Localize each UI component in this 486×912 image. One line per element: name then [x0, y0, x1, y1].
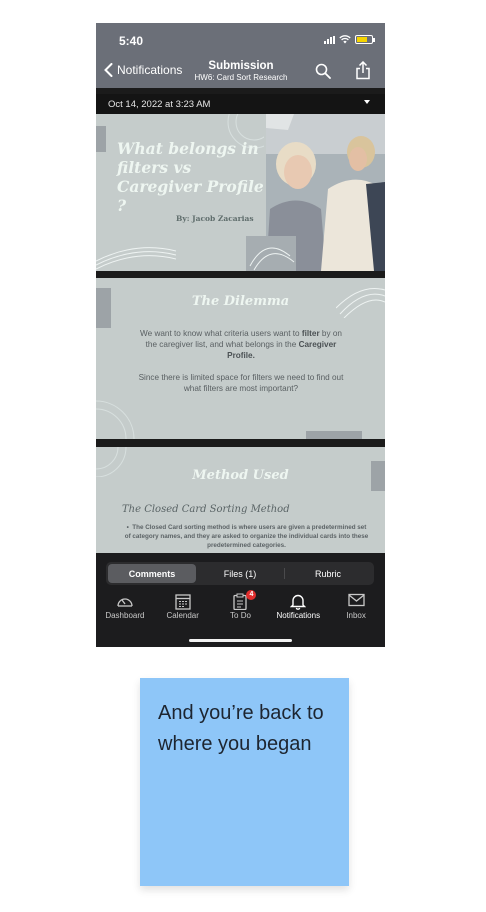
segment-files[interactable]: Files (1) — [196, 564, 284, 583]
back-button[interactable]: Notifications — [104, 63, 182, 77]
tab-calendar[interactable]: Calendar — [154, 593, 212, 631]
decorative-bar — [96, 126, 106, 152]
tab-label: Calendar — [166, 611, 199, 620]
slide-subtitle: The Closed Card Sorting Method — [122, 504, 290, 515]
sticky-note-text: And you’re back to where you began — [158, 702, 324, 755]
submission-date-selector[interactable]: Oct 14, 2022 at 3:23 AM — [96, 94, 385, 114]
segmented-control: Comments Files (1) Rubric — [106, 562, 374, 585]
back-label: Notifications — [117, 63, 183, 77]
tab-notifications[interactable]: Notifications — [269, 593, 327, 631]
search-icon[interactable] — [315, 63, 331, 79]
todo-badge: 4 — [246, 590, 257, 600]
page-subtitle: HW6: Card Sort Research — [194, 73, 288, 82]
decorative-swirl — [96, 247, 176, 270]
slide-title: Method Used — [192, 468, 289, 483]
nav-title: Submission HW6: Card Sort Research — [186, 60, 296, 82]
calendar-icon — [175, 594, 191, 610]
tab-label: Inbox — [346, 611, 366, 620]
decorative-swirl — [96, 400, 135, 439]
tab-label: Dashboard — [105, 611, 145, 620]
tab-dashboard[interactable]: Dashboard — [96, 593, 154, 631]
slide-title: The Dilemma — [191, 294, 290, 309]
sticky-note: And you’re back to where you began — [140, 678, 349, 886]
envelope-icon — [347, 593, 365, 607]
battery-icon — [355, 35, 375, 44]
tab-label: Notifications — [276, 611, 321, 620]
tab-todo[interactable]: 4 To Do — [212, 590, 270, 631]
slide-2: The Dilemma We want to know what criteri… — [96, 278, 385, 439]
chevron-left-icon — [104, 63, 113, 77]
page-title: Submission — [208, 60, 274, 72]
slide-bullet: • The Closed Card sorting method is wher… — [124, 524, 369, 549]
slide-byline: By: Jacob Zacarias — [176, 214, 254, 223]
share-icon[interactable] — [355, 61, 371, 80]
status-icons — [324, 35, 375, 44]
decorative-swirl — [246, 236, 296, 271]
dashboard-icon — [117, 598, 133, 607]
slide-body: We want to know what criteria users want… — [136, 328, 346, 394]
home-indicator — [189, 639, 292, 642]
slide-text: Since there is limited space for filters… — [138, 373, 344, 393]
slide-1: What belongs in filters vs Caregiver Pro… — [96, 114, 385, 271]
slide-text: We want to know what criteria users want… — [140, 329, 302, 338]
header: 5:40 Notifications Submission HW6: Card … — [96, 23, 385, 88]
tab-label: To Do — [230, 611, 251, 620]
submission-date: Oct 14, 2022 at 3:23 AM — [108, 98, 211, 110]
caret-down-icon — [364, 100, 370, 104]
decorative-bar — [306, 431, 362, 439]
slide-text-bold: filter — [301, 329, 320, 338]
slide-3: Method Used The Closed Card Sorting Meth… — [96, 447, 385, 553]
tab-bar: Dashboard Calendar 4 To Do Notifications… — [96, 590, 385, 631]
status-time: 5:40 — [119, 34, 144, 48]
bottom-panel: Comments Files (1) Rubric Dashboard Cale… — [96, 553, 385, 647]
phone-screen: 5:40 Notifications Submission HW6: Card … — [96, 23, 385, 647]
segment-rubric[interactable]: Rubric — [284, 564, 372, 583]
wifi-icon — [339, 35, 351, 44]
bell-icon — [290, 594, 307, 610]
slide-title: What belongs in filters vs Caregiver Pro… — [117, 139, 264, 215]
tab-inbox[interactable]: Inbox — [327, 593, 385, 631]
slide-text: The Closed Card sorting method is where … — [124, 524, 369, 549]
signal-icon — [324, 35, 335, 44]
segment-comments[interactable]: Comments — [108, 564, 196, 583]
